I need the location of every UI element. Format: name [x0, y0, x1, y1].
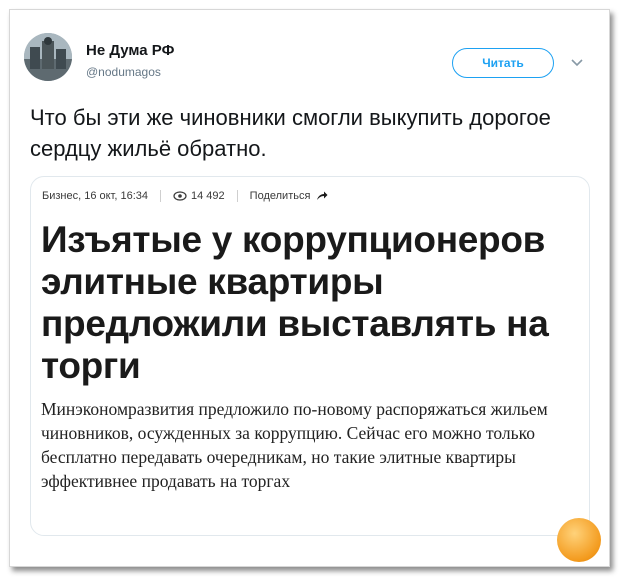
avatar-image	[24, 33, 72, 81]
card-headline[interactable]: Изъятые у коррупционеров элитные квартир…	[41, 219, 581, 387]
views-count: 14 492	[191, 190, 225, 202]
link-card[interactable]: Бизнес, 16 окт, 16:34 14 492 Поделиться …	[30, 176, 590, 536]
eye-icon	[173, 191, 187, 201]
share-label[interactable]: Поделиться	[250, 190, 311, 202]
author-handle[interactable]: @nodumagos	[86, 65, 161, 79]
watermark-logo	[557, 518, 601, 562]
share-arrow-icon[interactable]	[316, 191, 328, 201]
divider	[236, 190, 238, 202]
tweet-text: Что бы эти же чиновники смогли выкупить …	[30, 105, 551, 161]
avatar[interactable]	[24, 33, 72, 81]
card-lead: Минэкономразвития предложило по-новому р…	[41, 399, 548, 491]
author-name[interactable]: Не Дума РФ	[86, 42, 174, 59]
chevron-down-icon[interactable]	[570, 56, 584, 70]
card-meta: Бизнес, 16 окт, 16:34 14 492 Поделиться	[42, 188, 328, 204]
category-date: Бизнес, 16 окт, 16:34	[42, 190, 149, 202]
follow-button[interactable]: Читать	[452, 48, 554, 78]
divider	[160, 190, 162, 202]
